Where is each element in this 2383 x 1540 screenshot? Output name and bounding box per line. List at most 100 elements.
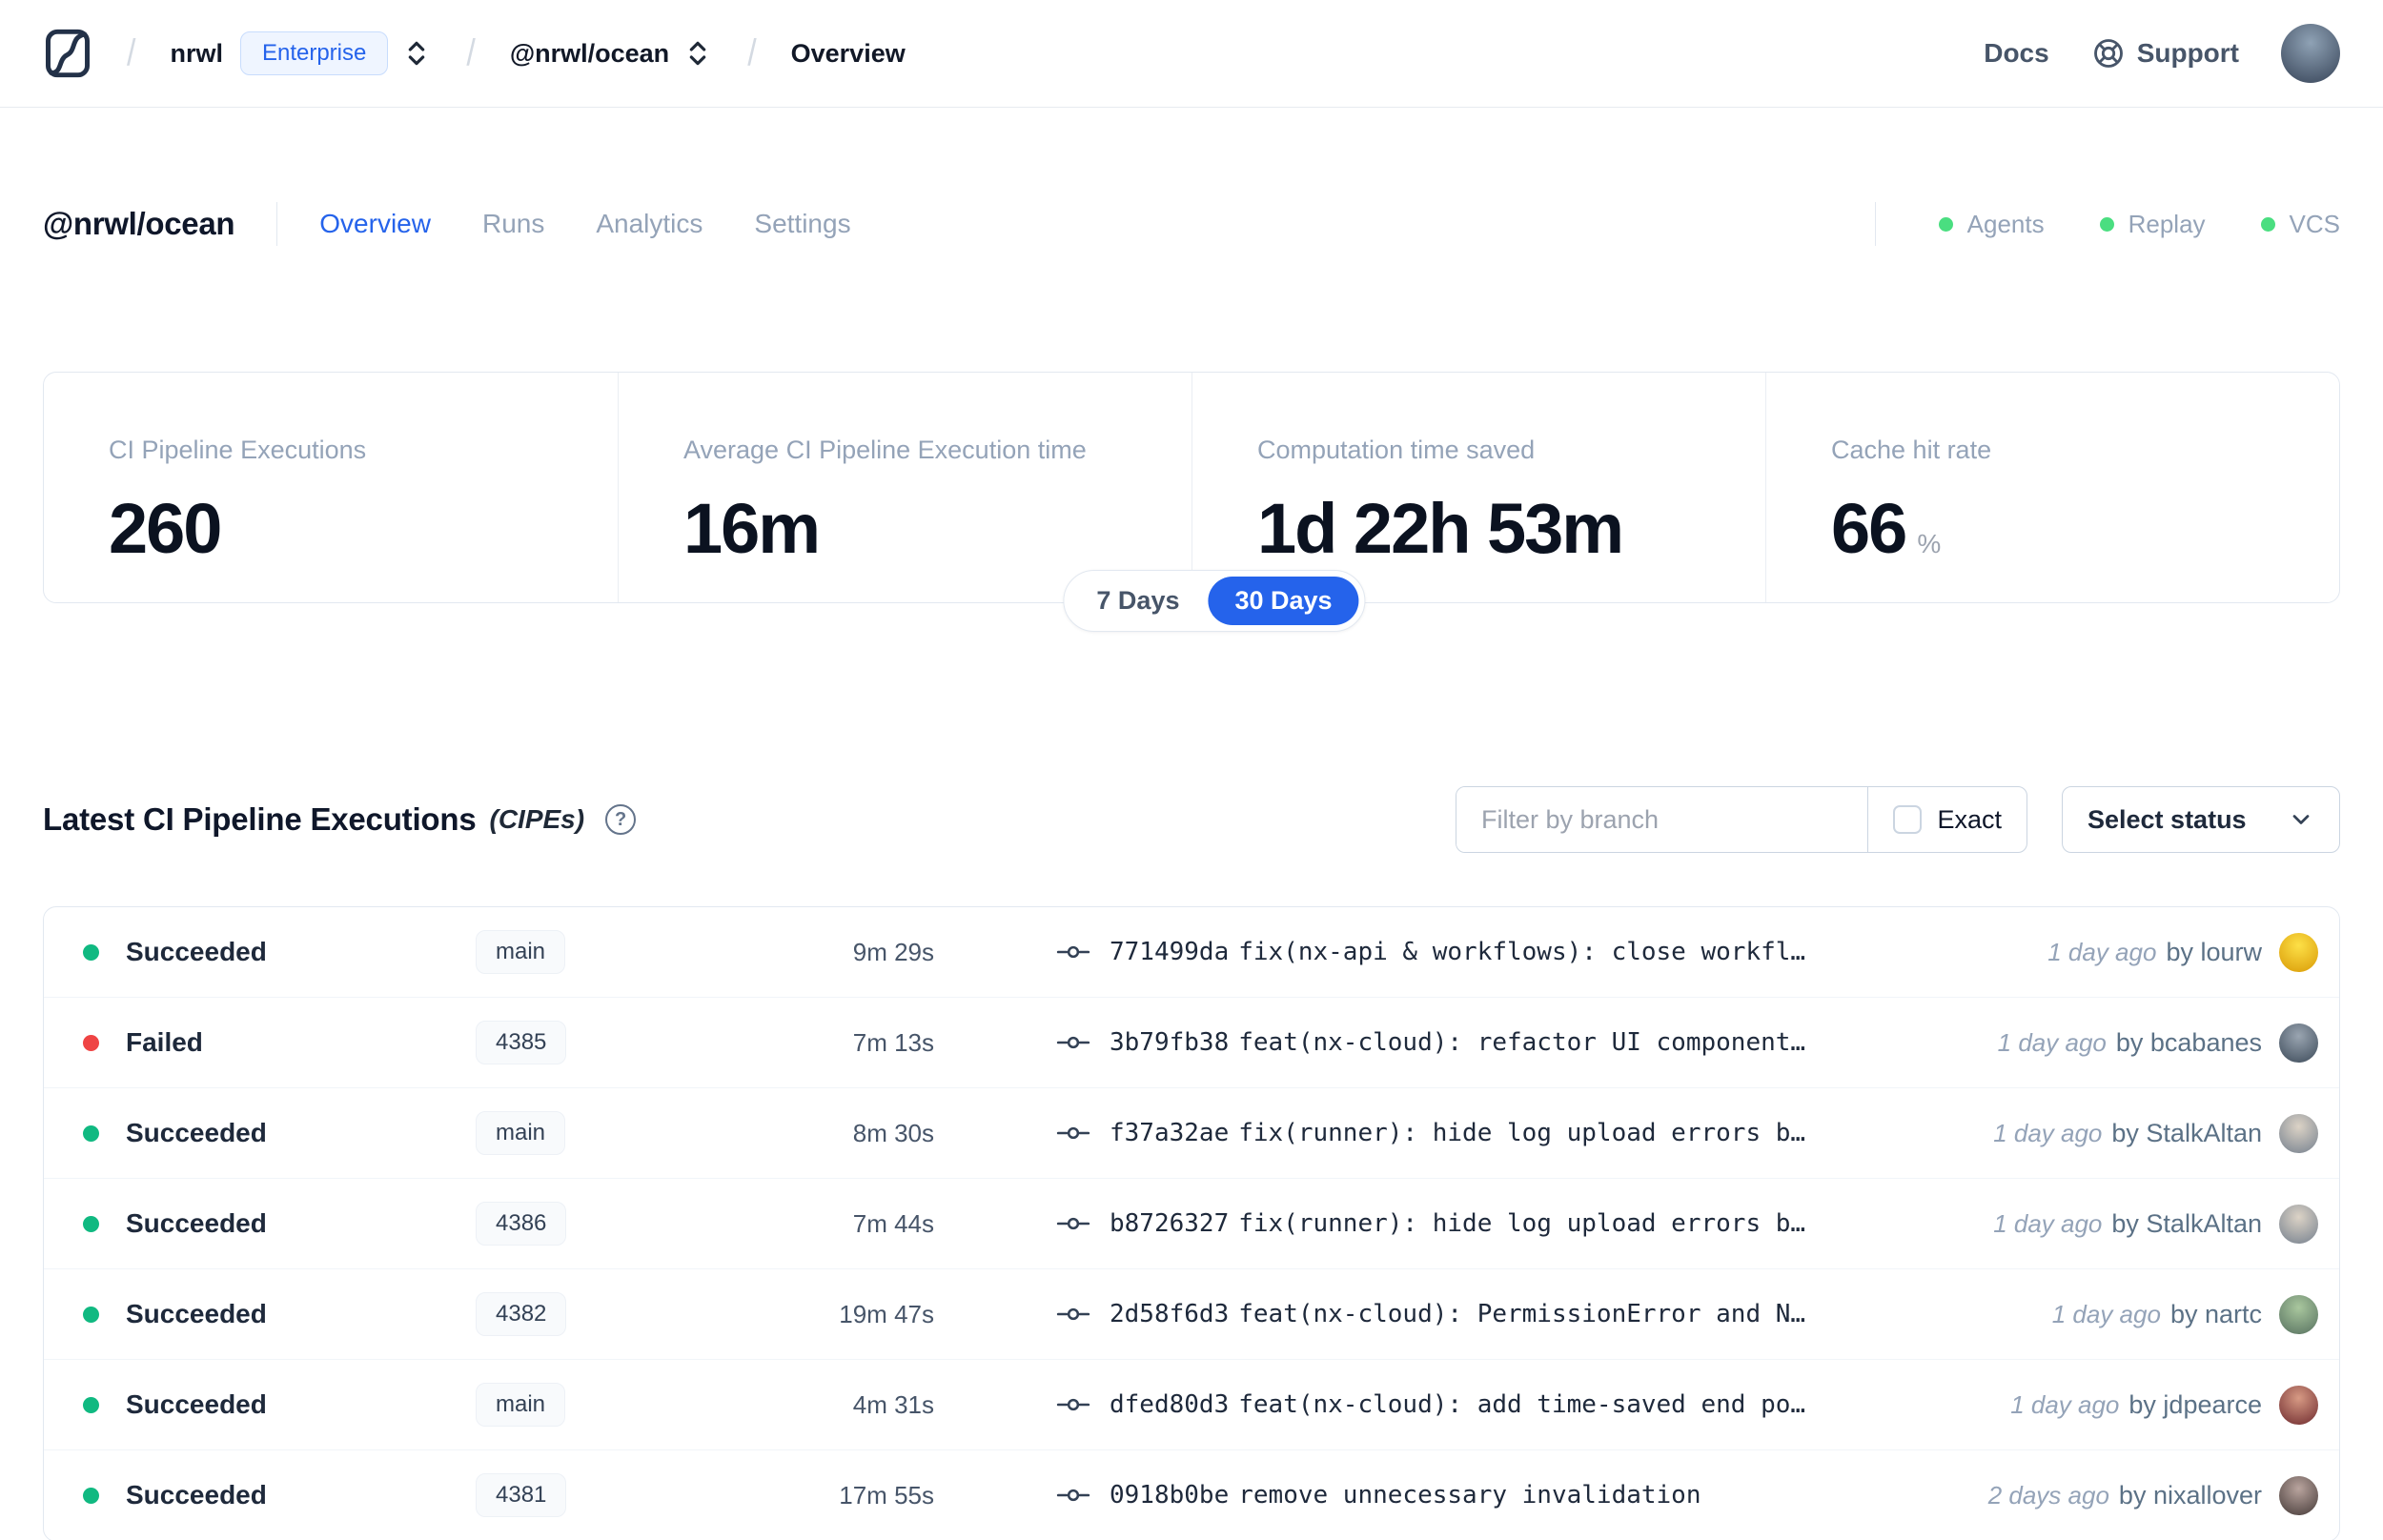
branch-badge[interactable]: 4382 — [476, 1292, 567, 1336]
cipe-status-label: Succeeded — [126, 937, 267, 966]
workspace-switcher-chevrons-up-down-icon[interactable] — [682, 38, 713, 69]
commit-message: feat(nx-cloud): add time-saved end po… — [1238, 1390, 1806, 1419]
author-avatar[interactable] — [2279, 1385, 2318, 1425]
status-legend-label: Agents — [1966, 209, 2045, 238]
stat-value: 1d 22h 53m — [1257, 488, 1727, 569]
date-range-option[interactable]: 30 Days — [1208, 577, 1359, 625]
cipe-author: by StalkAltan — [2111, 1208, 2262, 1238]
help-icon[interactable]: ? — [605, 804, 637, 835]
cipe-status-label: Failed — [126, 1027, 203, 1057]
support-link[interactable]: Support — [2091, 36, 2239, 71]
docs-link[interactable]: Docs — [1984, 38, 2048, 69]
exact-checkbox[interactable] — [1893, 805, 1923, 834]
breadcrumb-separator: / — [466, 31, 476, 74]
section-title-suffix: (CIPEs) — [489, 804, 585, 834]
commit-text[interactable]: dfed80d3 feat(nx-cloud): add time-saved e… — [1110, 1390, 1805, 1419]
cipe-row[interactable]: Succeeded main 9m 29s 771499da fix(nx-api… — [44, 907, 2339, 998]
status-legend: Agents Replay VCS — [1938, 209, 2340, 239]
nx-cloud-logo-icon[interactable] — [43, 27, 92, 80]
green-status-dot-icon — [2260, 216, 2275, 232]
cipe-status-label: Succeeded — [126, 1118, 267, 1147]
status-legend-item[interactable]: Replay — [2099, 210, 2206, 239]
branch-filter-input[interactable] — [1456, 787, 1868, 852]
branch-badge[interactable]: main — [476, 1383, 566, 1427]
cipe-status-label: Succeeded — [126, 1299, 267, 1328]
cipe-duration: 17m 55s — [839, 1480, 934, 1510]
cipe-commit-cell: f37a32ae fix(runner): hide log upload err… — [934, 1119, 1965, 1147]
cipe-row[interactable]: Succeeded 4382 19m 47s 2d58f6d3 feat(nx-c… — [44, 1269, 2339, 1360]
stat-label: Average CI Pipeline Execution time — [683, 436, 1087, 464]
cipe-table: Succeeded main 9m 29s 771499da fix(nx-api… — [43, 906, 2340, 1540]
exact-match-toggle[interactable]: Exact — [1868, 787, 2027, 852]
cipe-row[interactable]: Succeeded 4386 7m 44s b8726327 fix(runner… — [44, 1179, 2339, 1269]
stat-card: Average CI Pipeline Execution time 16m — [618, 373, 1192, 602]
breadcrumb: / nrwl Enterprise / @nrwl/ocean / Overvi… — [43, 27, 906, 80]
commit-text[interactable]: 3b79fb38 feat(nx-cloud): refactor UI comp… — [1110, 1028, 1805, 1057]
breadcrumb-workspace[interactable]: @nrwl/ocean — [510, 39, 669, 69]
commit-message: fix(nx-api & workflows): close workfl… — [1238, 938, 1806, 966]
cipe-author: by bcabanes — [2115, 1027, 2262, 1057]
status-legend-item[interactable]: VCS — [2260, 210, 2340, 239]
cipe-branch-cell: 4385 — [476, 1021, 752, 1064]
cipe-author-cell: 1 day ago by nartc — [2024, 1294, 2339, 1334]
author-avatar[interactable] — [2279, 1294, 2318, 1334]
tab[interactable]: Overview — [319, 209, 431, 239]
breadcrumb-separator: / — [127, 31, 136, 74]
section-title: Latest CI Pipeline Executions — [43, 801, 477, 837]
cipe-row[interactable]: Failed 4385 7m 13s 3b79fb38 feat(nx-cloud… — [44, 998, 2339, 1088]
status-select-label: Select status — [2088, 804, 2247, 834]
tab[interactable]: Runs — [482, 209, 544, 239]
status-dot-icon — [83, 1215, 99, 1232]
cipe-duration: 19m 47s — [839, 1299, 934, 1328]
user-avatar[interactable] — [2281, 24, 2340, 83]
author-avatar[interactable] — [2279, 1204, 2318, 1244]
cipe-branch-cell: main — [476, 1111, 752, 1155]
stat-value: 16m — [683, 488, 1153, 569]
branch-badge[interactable]: main — [476, 930, 566, 974]
commit-message: feat(nx-cloud): PermissionError and N… — [1238, 1300, 1806, 1328]
commit-text[interactable]: b8726327 fix(runner): hide log upload err… — [1110, 1209, 1805, 1238]
status-legend-item[interactable]: Agents — [1938, 209, 2045, 239]
date-range-option[interactable]: 7 Days — [1069, 577, 1206, 625]
branch-badge[interactable]: main — [476, 1111, 566, 1155]
org-plan-badge: Enterprise — [239, 31, 389, 75]
tab[interactable]: Settings — [754, 209, 850, 239]
cipe-row[interactable]: Succeeded main 4m 31s dfed80d3 feat(nx-cl… — [44, 1360, 2339, 1450]
author-avatar[interactable] — [2279, 1113, 2318, 1153]
cipe-duration: 4m 31s — [852, 1389, 934, 1419]
commit-message: feat(nx-cloud): refactor UI component… — [1238, 1028, 1806, 1057]
status-dot-icon — [83, 1396, 99, 1413]
support-label: Support — [2136, 38, 2239, 68]
cipe-duration: 9m 29s — [852, 937, 934, 966]
author-avatar[interactable] — [2279, 1023, 2318, 1063]
cipe-status-cell: Failed — [44, 1027, 476, 1058]
branch-badge[interactable]: 4386 — [476, 1202, 567, 1246]
git-commit-icon — [1056, 942, 1090, 962]
stat-label: Cache hit rate — [1831, 436, 1992, 464]
branch-badge[interactable]: 4381 — [476, 1473, 567, 1517]
commit-hash: 0918b0be — [1110, 1481, 1230, 1510]
author-avatar[interactable] — [2279, 1475, 2318, 1515]
cipe-status-cell: Succeeded — [44, 937, 476, 967]
stat-value: 66% — [1831, 488, 2301, 569]
org-switcher-chevrons-up-down-icon[interactable] — [401, 38, 432, 69]
status-select-dropdown[interactable]: Select status — [2062, 786, 2340, 853]
stat-value-number: 260 — [109, 489, 222, 568]
branch-badge[interactable]: 4385 — [476, 1021, 567, 1064]
commit-text[interactable]: 771499da fix(nx-api & workflows): close w… — [1110, 938, 1805, 966]
cipe-row[interactable]: Succeeded 4381 17m 55s 0918b0be remove un… — [44, 1450, 2339, 1540]
commit-text[interactable]: f37a32ae fix(runner): hide log upload err… — [1110, 1119, 1805, 1147]
commit-text[interactable]: 0918b0be remove unnecessary invalidation — [1110, 1481, 1701, 1510]
breadcrumb-org[interactable]: nrwl — [170, 39, 223, 69]
tab[interactable]: Analytics — [596, 209, 703, 239]
breadcrumb-separator: / — [747, 31, 757, 74]
cipe-time-ago: 1 day ago — [2047, 937, 2157, 966]
lifebuoy-icon — [2091, 36, 2126, 71]
cipe-author-cell: 1 day ago by StalkAltan — [1965, 1204, 2339, 1244]
cipe-row[interactable]: Succeeded main 8m 30s f37a32ae fix(runner… — [44, 1088, 2339, 1179]
commit-text[interactable]: 2d58f6d3 feat(nx-cloud): PermissionError … — [1110, 1300, 1805, 1328]
cipe-branch-cell: main — [476, 930, 752, 974]
cipe-author: by lourw — [2166, 937, 2262, 966]
page-title: @nrwl/ocean — [43, 206, 235, 241]
author-avatar[interactable] — [2279, 932, 2318, 972]
